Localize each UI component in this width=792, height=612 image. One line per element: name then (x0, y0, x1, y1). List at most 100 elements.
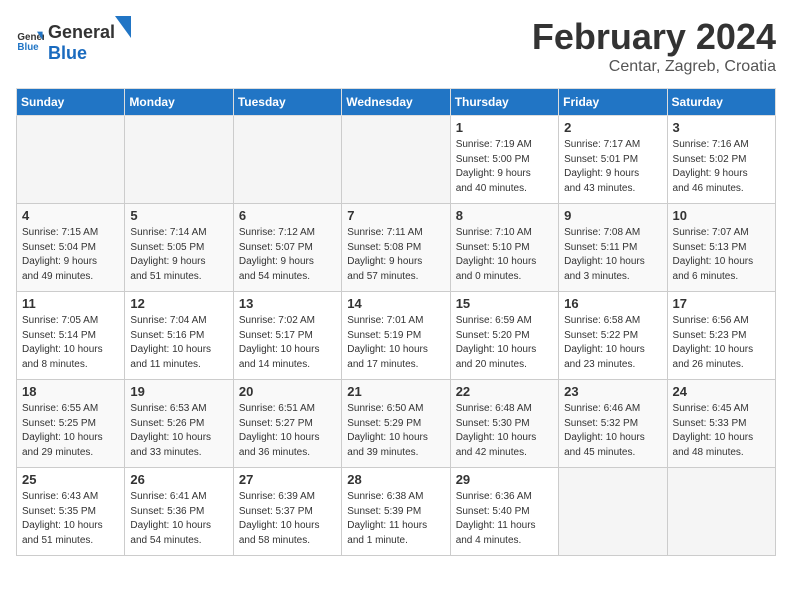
day-info: Sunrise: 6:53 AM Sunset: 5:26 PM Dayligh… (130, 402, 227, 460)
day-number: 28 (347, 472, 444, 487)
svg-text:Blue: Blue (17, 42, 39, 53)
day-info: Sunrise: 6:58 AM Sunset: 5:22 PM Dayligh… (564, 314, 661, 372)
calendar-cell: 7 Sunrise: 7:11 AM Sunset: 5:08 PM Daylig… (342, 204, 450, 292)
day-info: Sunrise: 6:38 AM Sunset: 5:39 PM Dayligh… (347, 490, 444, 548)
day-info: Sunrise: 7:12 AM Sunset: 5:07 PM Dayligh… (239, 226, 336, 284)
day-info: Sunrise: 6:59 AM Sunset: 5:20 PM Dayligh… (456, 314, 553, 372)
calendar-cell: 13 Sunrise: 7:02 AM Sunset: 5:17 PM Dayli… (233, 292, 341, 380)
day-info: Sunrise: 6:56 AM Sunset: 5:23 PM Dayligh… (673, 314, 770, 372)
calendar-week-row: 1 Sunrise: 7:19 AM Sunset: 5:00 PM Daylig… (17, 116, 776, 204)
calendar-cell: 15Sunrise: 6:59 AM Sunset: 5:20 PM Dayli… (450, 292, 558, 380)
day-number: 25 (22, 472, 119, 487)
day-info: Sunrise: 6:51 AM Sunset: 5:27 PM Dayligh… (239, 402, 336, 460)
calendar-cell (125, 116, 233, 204)
day-number: 9 (564, 208, 661, 223)
weekday-header-wednesday: Wednesday (342, 89, 450, 116)
calendar-cell: 17Sunrise: 6:56 AM Sunset: 5:23 PM Dayli… (667, 292, 775, 380)
day-number: 1 (456, 120, 553, 135)
weekday-header-thursday: Thursday (450, 89, 558, 116)
calendar-cell: 2 Sunrise: 7:17 AM Sunset: 5:01 PM Daylig… (559, 116, 667, 204)
day-number: 13 (239, 296, 336, 311)
day-info: Sunrise: 6:46 AM Sunset: 5:32 PM Dayligh… (564, 402, 661, 460)
calendar-cell: 27 Sunrise: 6:39 AM Sunset: 5:37 PM Dayli… (233, 468, 341, 556)
calendar-cell: 22Sunrise: 6:48 AM Sunset: 5:30 PM Dayli… (450, 380, 558, 468)
day-info: Sunrise: 7:10 AM Sunset: 5:10 PM Dayligh… (456, 226, 553, 284)
calendar-cell: 25 Sunrise: 6:43 AM Sunset: 5:35 PM Dayli… (17, 468, 125, 556)
calendar-week-row: 18 Sunrise: 6:55 AM Sunset: 5:25 PM Dayli… (17, 380, 776, 468)
day-info: Sunrise: 6:55 AM Sunset: 5:25 PM Dayligh… (22, 402, 119, 460)
day-info: Sunrise: 7:04 AM Sunset: 5:16 PM Dayligh… (130, 314, 227, 372)
day-info: Sunrise: 7:19 AM Sunset: 5:00 PM Dayligh… (456, 138, 553, 196)
calendar-cell: 21 Sunrise: 6:50 AM Sunset: 5:29 PM Dayli… (342, 380, 450, 468)
location-label: Centar, Zagreb, Croatia (532, 58, 776, 76)
calendar-cell: 4Sunrise: 7:15 AM Sunset: 5:04 PM Daylig… (17, 204, 125, 292)
logo: General Blue General Blue (16, 16, 131, 64)
weekday-header-row: SundayMondayTuesdayWednesdayThursdayFrid… (17, 89, 776, 116)
calendar-week-row: 11 Sunrise: 7:05 AM Sunset: 5:14 PM Dayli… (17, 292, 776, 380)
weekday-header-tuesday: Tuesday (233, 89, 341, 116)
logo-triangle-icon (115, 16, 131, 38)
calendar-cell: 8 Sunrise: 7:10 AM Sunset: 5:10 PM Daylig… (450, 204, 558, 292)
calendar-cell: 10 Sunrise: 7:07 AM Sunset: 5:13 PM Dayli… (667, 204, 775, 292)
calendar-cell: 26Sunrise: 6:41 AM Sunset: 5:36 PM Dayli… (125, 468, 233, 556)
day-info: Sunrise: 7:02 AM Sunset: 5:17 PM Dayligh… (239, 314, 336, 372)
calendar-cell (667, 468, 775, 556)
day-info: Sunrise: 6:50 AM Sunset: 5:29 PM Dayligh… (347, 402, 444, 460)
weekday-header-saturday: Saturday (667, 89, 775, 116)
day-number: 4 (22, 208, 119, 223)
logo-blue-text: Blue (48, 43, 131, 64)
day-number: 3 (673, 120, 770, 135)
day-info: Sunrise: 7:14 AM Sunset: 5:05 PM Dayligh… (130, 226, 227, 284)
day-number: 7 (347, 208, 444, 223)
calendar-cell (342, 116, 450, 204)
calendar-cell: 11 Sunrise: 7:05 AM Sunset: 5:14 PM Dayli… (17, 292, 125, 380)
calendar-cell: 1 Sunrise: 7:19 AM Sunset: 5:00 PM Daylig… (450, 116, 558, 204)
day-number: 19 (130, 384, 227, 399)
day-number: 29 (456, 472, 553, 487)
month-title: February 2024 (532, 16, 776, 58)
day-number: 23 (564, 384, 661, 399)
calendar-cell: 12Sunrise: 7:04 AM Sunset: 5:16 PM Dayli… (125, 292, 233, 380)
calendar-cell: 29 Sunrise: 6:36 AM Sunset: 5:40 PM Dayli… (450, 468, 558, 556)
day-info: Sunrise: 7:05 AM Sunset: 5:14 PM Dayligh… (22, 314, 119, 372)
day-number: 14 (347, 296, 444, 311)
calendar-cell: 14 Sunrise: 7:01 AM Sunset: 5:19 PM Dayli… (342, 292, 450, 380)
day-number: 2 (564, 120, 661, 135)
day-number: 16 (564, 296, 661, 311)
calendar-cell (17, 116, 125, 204)
calendar-cell: 18 Sunrise: 6:55 AM Sunset: 5:25 PM Dayli… (17, 380, 125, 468)
title-area: February 2024 Centar, Zagreb, Croatia (532, 16, 776, 76)
weekday-header-sunday: Sunday (17, 89, 125, 116)
day-number: 18 (22, 384, 119, 399)
calendar-cell: 3Sunrise: 7:16 AM Sunset: 5:02 PM Daylig… (667, 116, 775, 204)
day-info: Sunrise: 7:17 AM Sunset: 5:01 PM Dayligh… (564, 138, 661, 196)
day-info: Sunrise: 7:11 AM Sunset: 5:08 PM Dayligh… (347, 226, 444, 284)
day-number: 21 (347, 384, 444, 399)
day-info: Sunrise: 7:01 AM Sunset: 5:19 PM Dayligh… (347, 314, 444, 372)
calendar-week-row: 25 Sunrise: 6:43 AM Sunset: 5:35 PM Dayli… (17, 468, 776, 556)
calendar-cell: 5 Sunrise: 7:14 AM Sunset: 5:05 PM Daylig… (125, 204, 233, 292)
weekday-header-monday: Monday (125, 89, 233, 116)
day-number: 5 (130, 208, 227, 223)
calendar-cell: 6 Sunrise: 7:12 AM Sunset: 5:07 PM Daylig… (233, 204, 341, 292)
day-info: Sunrise: 6:45 AM Sunset: 5:33 PM Dayligh… (673, 402, 770, 460)
day-info: Sunrise: 6:43 AM Sunset: 5:35 PM Dayligh… (22, 490, 119, 548)
logo-icon: General Blue (16, 26, 44, 54)
calendar-week-row: 4Sunrise: 7:15 AM Sunset: 5:04 PM Daylig… (17, 204, 776, 292)
day-info: Sunrise: 6:36 AM Sunset: 5:40 PM Dayligh… (456, 490, 553, 548)
calendar-cell: 23 Sunrise: 6:46 AM Sunset: 5:32 PM Dayli… (559, 380, 667, 468)
calendar-cell (559, 468, 667, 556)
day-number: 6 (239, 208, 336, 223)
day-number: 11 (22, 296, 119, 311)
day-number: 26 (130, 472, 227, 487)
day-number: 8 (456, 208, 553, 223)
day-number: 22 (456, 384, 553, 399)
calendar-cell: 28 Sunrise: 6:38 AM Sunset: 5:39 PM Dayli… (342, 468, 450, 556)
day-info: Sunrise: 7:07 AM Sunset: 5:13 PM Dayligh… (673, 226, 770, 284)
day-number: 10 (673, 208, 770, 223)
day-number: 24 (673, 384, 770, 399)
day-info: Sunrise: 6:39 AM Sunset: 5:37 PM Dayligh… (239, 490, 336, 548)
calendar-cell: 16 Sunrise: 6:58 AM Sunset: 5:22 PM Dayli… (559, 292, 667, 380)
day-number: 27 (239, 472, 336, 487)
calendar-cell: 24 Sunrise: 6:45 AM Sunset: 5:33 PM Dayli… (667, 380, 775, 468)
